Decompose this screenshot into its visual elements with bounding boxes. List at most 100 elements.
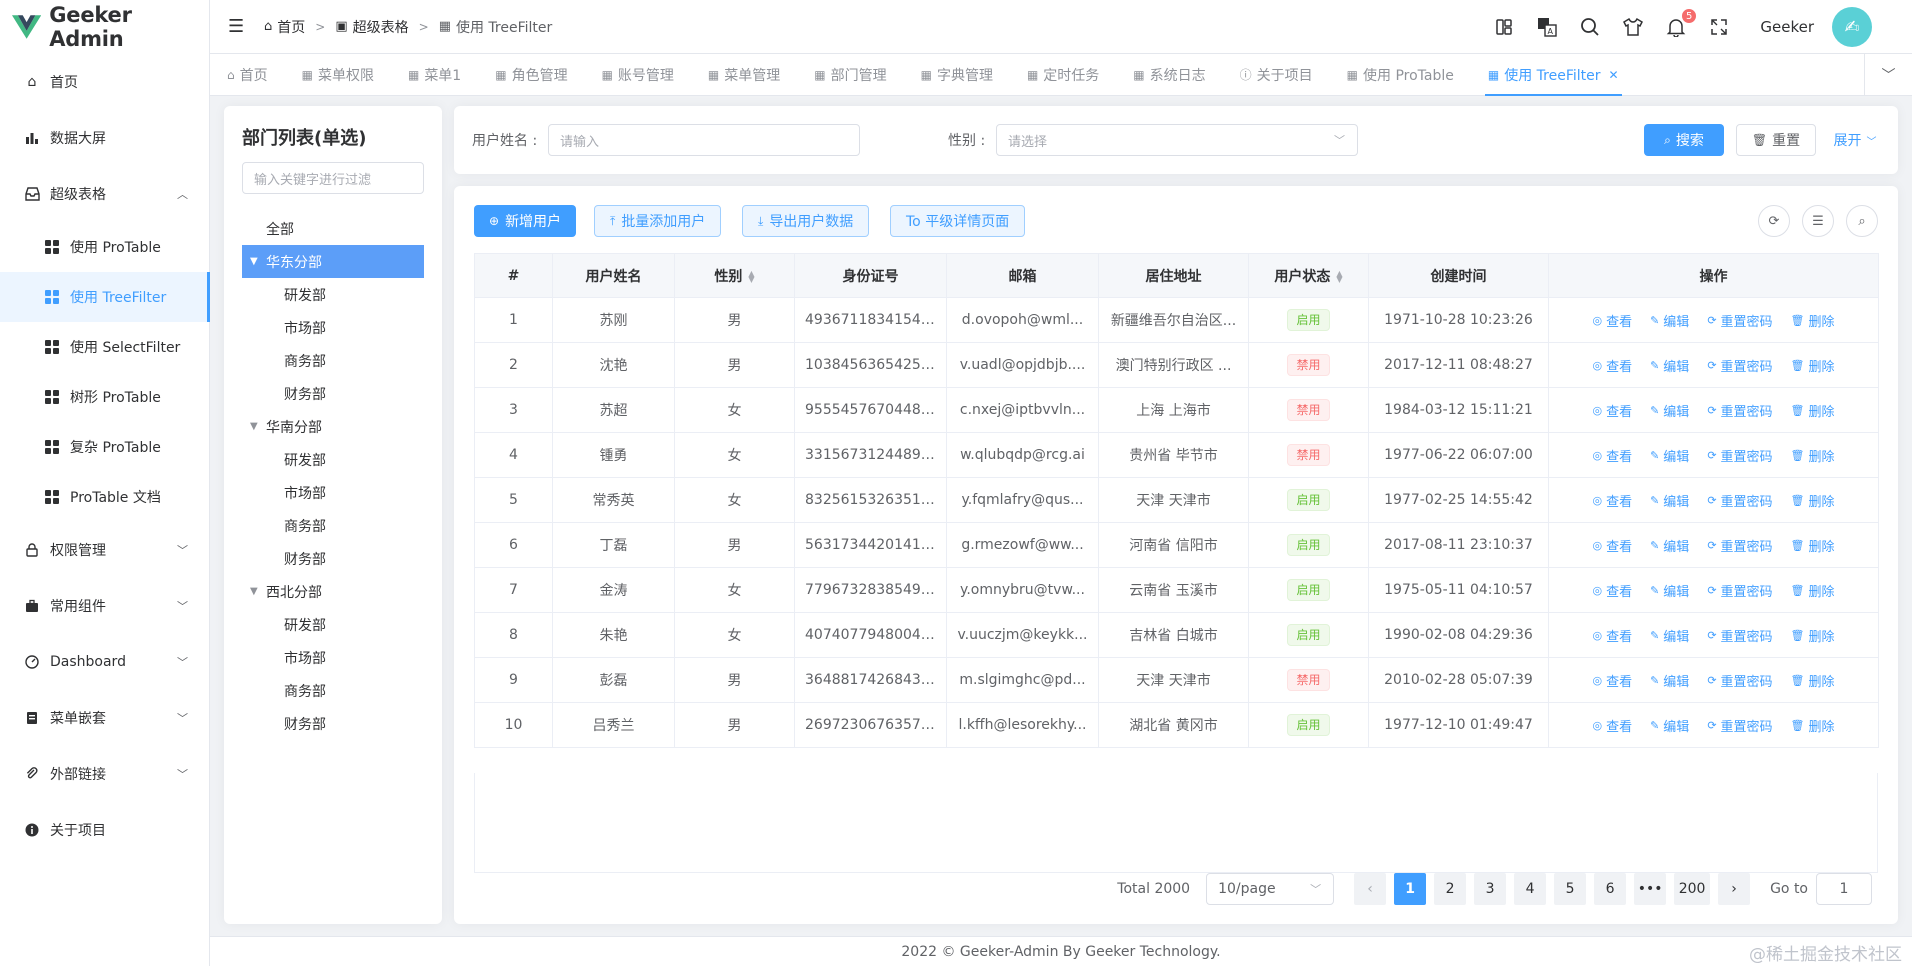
tree-filter-input[interactable]: 输入关键字进行过滤 — [242, 162, 424, 194]
tree-node-east[interactable]: ▼ 华东分部 — [242, 245, 424, 278]
caret-down-icon[interactable]: ▼ — [250, 586, 266, 597]
caret-down-icon[interactable]: ▼ — [250, 256, 266, 267]
tree-node-northwest[interactable]: ▼ 西北分部 — [242, 575, 424, 608]
export-button[interactable]: ⤓ 导出用户数据 — [742, 205, 870, 237]
collapse-menu-icon[interactable]: ☰ — [228, 16, 246, 37]
edit-button[interactable]: ✎ 编辑 — [1650, 401, 1689, 420]
reset-button[interactable]: 🗑 重置 — [1736, 124, 1816, 156]
page-button[interactable]: 6 — [1594, 873, 1627, 905]
reset-password-button[interactable]: ⟳ 重置密码 — [1707, 491, 1772, 510]
sidebar-item-dashboard[interactable]: Dashboard ﹀ — [0, 634, 210, 690]
sidebar-item-components[interactable]: 常用组件 ﹀ — [0, 578, 210, 634]
edit-button[interactable]: ✎ 编辑 — [1650, 356, 1689, 375]
sidebar-item-data-screen[interactable]: 数据大屏 — [0, 110, 210, 166]
edit-button[interactable]: ✎ 编辑 — [1650, 581, 1689, 600]
sort-icon[interactable]: ▲ ▼ — [748, 269, 754, 283]
edit-button[interactable]: ✎ 编辑 — [1650, 671, 1689, 690]
col-status[interactable]: 用户状态 ▲ ▼ — [1248, 253, 1369, 298]
page-button[interactable]: 1 — [1394, 873, 1427, 905]
view-button[interactable]: ◎ 查看 — [1592, 626, 1632, 645]
tree-node[interactable]: 商务部 — [242, 674, 424, 707]
sidebar-item-selectfilter[interactable]: 使用 SelectFilter — [0, 322, 210, 372]
tree-node[interactable]: 市场部 — [242, 311, 424, 344]
edit-button[interactable]: ✎ 编辑 — [1650, 626, 1689, 645]
tab-protable[interactable]: ▦ 使用 ProTable — [1330, 54, 1471, 96]
edit-button[interactable]: ✎ 编辑 — [1650, 311, 1689, 330]
search-icon[interactable] — [1579, 16, 1601, 38]
tab-treefilter[interactable]: ▦ 使用 TreeFilter ✕ — [1471, 54, 1636, 96]
tree-node[interactable]: 研发部 — [242, 278, 424, 311]
tree-node-all[interactable]: 全部 — [242, 212, 424, 245]
tab-system-log[interactable]: ▦ 系统日志 — [1116, 54, 1222, 96]
tab-about[interactable]: ⓘ 关于项目 — [1223, 54, 1330, 96]
delete-button[interactable]: 🗑 删除 — [1791, 671, 1835, 690]
view-button[interactable]: ◎ 查看 — [1592, 716, 1632, 735]
layout-icon[interactable] — [1493, 16, 1515, 38]
sidebar-item-tree-protable[interactable]: 树形 ProTable — [0, 372, 210, 422]
next-page-button[interactable]: › — [1718, 873, 1751, 905]
tree-node[interactable]: 财务部 — [242, 377, 424, 410]
view-button[interactable]: ◎ 查看 — [1592, 491, 1632, 510]
view-button[interactable]: ◎ 查看 — [1592, 446, 1632, 465]
tabs-more-dropdown[interactable]: ﹀ — [1864, 54, 1912, 96]
tree-node[interactable]: 研发部 — [242, 608, 424, 641]
view-button[interactable]: ◎ 查看 — [1592, 401, 1632, 420]
reset-password-button[interactable]: ⟳ 重置密码 — [1707, 401, 1772, 420]
tree-node[interactable]: 商务部 — [242, 509, 424, 542]
page-button[interactable]: 2 — [1434, 873, 1467, 905]
username[interactable]: Geeker — [1760, 18, 1814, 36]
tree-node-south[interactable]: ▼ 华南分部 — [242, 410, 424, 443]
reset-password-button[interactable]: ⟳ 重置密码 — [1707, 446, 1772, 465]
sidebar-item-permissions[interactable]: 权限管理 ﹀ — [0, 522, 210, 578]
tab-department-management[interactable]: ▦ 部门管理 — [797, 54, 903, 96]
view-button[interactable]: ◎ 查看 — [1592, 581, 1632, 600]
reset-password-button[interactable]: ⟳ 重置密码 — [1707, 581, 1772, 600]
tree-node[interactable]: 商务部 — [242, 344, 424, 377]
reset-password-button[interactable]: ⟳ 重置密码 — [1707, 626, 1772, 645]
sidebar-item-super-table[interactable]: 超级表格 ︿ — [0, 166, 210, 222]
view-button[interactable]: ◎ 查看 — [1592, 311, 1632, 330]
theme-shirt-icon[interactable] — [1622, 16, 1644, 38]
reset-password-button[interactable]: ⟳ 重置密码 — [1707, 536, 1772, 555]
reset-password-button[interactable]: ⟳ 重置密码 — [1707, 311, 1772, 330]
reset-password-button[interactable]: ⟳ 重置密码 — [1707, 716, 1772, 735]
tree-node[interactable]: 财务部 — [242, 542, 424, 575]
view-button[interactable]: ◎ 查看 — [1592, 536, 1632, 555]
delete-button[interactable]: 🗑 删除 — [1791, 491, 1835, 510]
close-icon[interactable]: ✕ — [1609, 68, 1619, 82]
fullscreen-icon[interactable] — [1708, 16, 1730, 38]
username-input[interactable]: 请输入 — [548, 124, 860, 156]
edit-button[interactable]: ✎ 编辑 — [1650, 536, 1689, 555]
tree-node[interactable]: 研发部 — [242, 443, 424, 476]
view-button[interactable]: ◎ 查看 — [1592, 671, 1632, 690]
sidebar-item-treefilter[interactable]: 使用 TreeFilter — [0, 272, 210, 322]
goto-page-input[interactable]: 1 — [1816, 873, 1872, 905]
tree-node[interactable]: 市场部 — [242, 476, 424, 509]
prev-page-button[interactable]: ‹ — [1354, 873, 1387, 905]
col-gender[interactable]: 性别 ▲ ▼ — [674, 253, 795, 298]
edit-button[interactable]: ✎ 编辑 — [1650, 716, 1689, 735]
delete-button[interactable]: 🗑 删除 — [1791, 356, 1835, 375]
page-button[interactable]: 3 — [1474, 873, 1507, 905]
delete-button[interactable]: 🗑 删除 — [1791, 536, 1835, 555]
add-user-button[interactable]: ⊕ 新增用户 — [474, 205, 577, 237]
batch-add-button[interactable]: ⤒ 批量添加用户 — [594, 205, 722, 237]
tree-node[interactable]: 市场部 — [242, 641, 424, 674]
breadcrumb-item[interactable]: ⌂ 首页 — [264, 17, 305, 37]
edit-button[interactable]: ✎ 编辑 — [1650, 446, 1689, 465]
tab-role-management[interactable]: ▦ 角色管理 — [478, 54, 584, 96]
sidebar-item-nested-menu[interactable]: 菜单嵌套 ﹀ — [0, 690, 210, 746]
sidebar-item-protable[interactable]: 使用 ProTable — [0, 222, 210, 272]
sidebar-item-complex-protable[interactable]: 复杂 ProTable — [0, 422, 210, 472]
search-button[interactable]: ⌕ 搜索 — [1644, 124, 1724, 156]
reset-password-button[interactable]: ⟳ 重置密码 — [1707, 671, 1772, 690]
toggle-search-button[interactable]: ⌕ — [1846, 205, 1878, 237]
delete-button[interactable]: 🗑 删除 — [1791, 311, 1835, 330]
tab-home[interactable]: ⌂ 首页 — [210, 54, 285, 96]
tab-scheduled-tasks[interactable]: ▦ 定时任务 — [1010, 54, 1116, 96]
tab-menu-management[interactable]: ▦ 菜单管理 — [691, 54, 797, 96]
refresh-button[interactable]: ⟳ — [1758, 205, 1790, 237]
tree-node[interactable]: 财务部 — [242, 707, 424, 740]
edit-button[interactable]: ✎ 编辑 — [1650, 491, 1689, 510]
sidebar-item-about[interactable]: 关于项目 — [0, 802, 210, 858]
